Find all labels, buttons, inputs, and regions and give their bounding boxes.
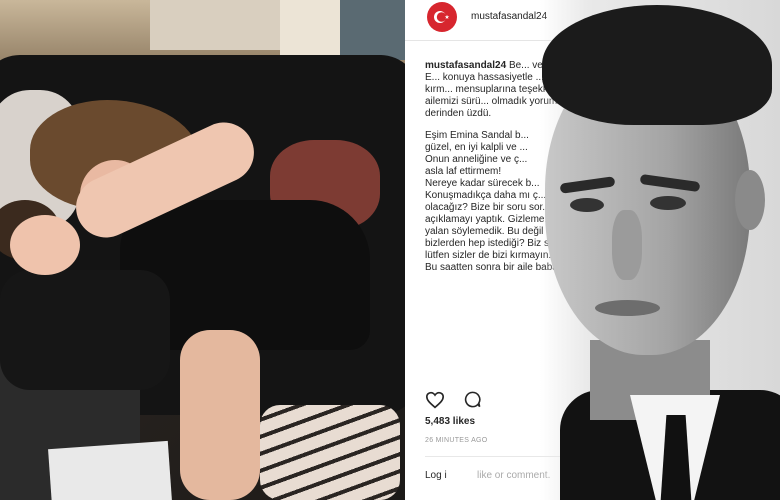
portrait-photo bbox=[520, 0, 780, 500]
turkey-flag-icon[interactable] bbox=[427, 2, 457, 32]
heart-icon[interactable] bbox=[425, 391, 445, 414]
likes-count[interactable]: 5,483 likes bbox=[425, 416, 475, 427]
caption-username[interactable]: mustafasandal24 bbox=[425, 60, 506, 71]
photo-child bbox=[0, 270, 170, 390]
post-actions bbox=[425, 390, 496, 412]
comment-bubble-icon[interactable] bbox=[463, 390, 482, 414]
login-link[interactable]: Log i bbox=[425, 470, 447, 481]
post-photo bbox=[0, 0, 405, 500]
portrait-hair bbox=[542, 5, 772, 125]
post-timestamp: 26 MINUTES AGO bbox=[425, 437, 488, 444]
